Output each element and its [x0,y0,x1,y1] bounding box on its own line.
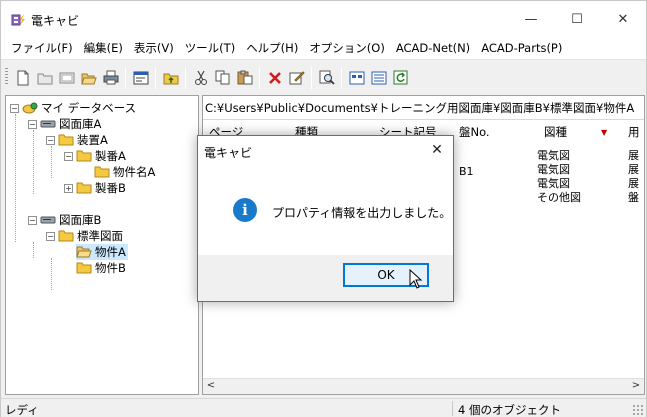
tree-item-my-database[interactable]: − マイ データベース [10,100,136,116]
paste-icon[interactable] [235,68,255,87]
folder-icon [76,262,92,274]
edit-icon[interactable] [287,68,307,87]
menu-edit[interactable]: 編集(E) [80,40,127,56]
open-folder-icon [76,246,92,258]
delete-icon[interactable] [265,68,285,87]
folder-up-icon[interactable] [161,68,181,87]
folder-icon [76,150,92,162]
print-preview-icon[interactable] [57,68,77,87]
toolbar-separator [259,67,260,89]
drive-icon [40,120,56,128]
message-dialog: 電キャビ ✕ i プロパティ情報を出力しました。 OK [197,135,454,302]
collapse-toggle[interactable]: − [28,119,37,129]
scroll-right-button[interactable]: > [628,380,644,394]
tree-item-drawing-store-a[interactable]: − 図面庫A [28,116,101,132]
status-text: レディ [5,403,39,417]
column-header-drawing-type[interactable]: 図種 [544,121,599,143]
info-icon: i [233,198,257,222]
search-icon[interactable] [317,68,337,87]
list-cell-panel-no: B1 [459,165,474,178]
tree-item-property-a[interactable]: 物件A [76,244,128,260]
app-cabinet-icon [11,14,25,26]
horizontal-scrollbar[interactable]: < > [203,378,644,394]
toolbar-separator [311,67,312,89]
copy-icon[interactable] [213,68,233,87]
new-document-icon[interactable] [13,68,33,87]
status-separator [452,401,453,416]
tree-item-serial-a[interactable]: − 製番A [64,148,126,164]
main-window: 電キャビ — ☐ ✕ ファイル(F) 編集(E) 表示(V) ツール(T) ヘル… [0,0,647,417]
open-icon[interactable] [79,68,99,87]
new-folder-icon[interactable] [35,68,55,87]
folder-icon [94,166,110,178]
tree-connector [33,242,34,258]
database-icon [22,102,38,114]
resize-grip[interactable] [632,404,643,415]
object-count: 4 個のオブジェクト [458,403,561,417]
list-cell-drawing-type: その他図 [537,191,581,204]
tree-connector [33,130,34,194]
cut-icon[interactable] [191,68,211,87]
status-bar: レディ 4 個のオブジェクト [1,398,646,417]
menu-acad-parts[interactable]: ACAD-Parts(P) [477,41,566,55]
print-icon[interactable] [101,68,121,87]
collapse-toggle[interactable]: − [46,135,55,145]
large-icons-view-icon[interactable] [347,68,367,87]
collapse-toggle[interactable]: − [64,151,73,161]
mouse-pointer-icon [409,269,423,289]
collapse-toggle[interactable]: − [28,215,37,225]
sort-descending-icon: ▼ [601,128,608,137]
dialog-close-button[interactable]: ✕ [426,140,448,160]
collapse-toggle[interactable]: − [46,231,55,241]
expand-toggle[interactable]: + [64,183,73,193]
list-cell-use: 盤 [628,191,639,204]
folder-icon [58,230,74,242]
tree-connector [51,146,52,178]
menu-help[interactable]: ヘルプ(H) [242,40,302,56]
folder-tree[interactable]: − マイ データベース − 図面庫A − 装置A − 製番A 物件名A + 製番… [5,95,199,395]
folder-icon [58,134,74,146]
toolbar-grip[interactable] [5,68,8,86]
menu-tools[interactable]: ツール(T) [181,40,240,56]
tree-item-device-a[interactable]: − 装置A [46,132,108,148]
title-bar: 電キャビ — ☐ ✕ [1,1,646,37]
menu-options[interactable]: オプション(O) [305,40,389,56]
menu-acad-net[interactable]: ACAD-Net(N) [392,41,474,55]
column-header-panel-no[interactable]: 盤No. [459,121,529,143]
tree-item-serial-b[interactable]: + 製番B [64,180,126,196]
tree-item-property-name-a[interactable]: 物件名A [94,164,155,180]
details-view-icon[interactable] [369,68,389,87]
path-bar: C:¥Users¥Public¥Documents¥トレーニング用図面庫¥図面庫… [203,96,644,120]
toolbar-separator [185,67,186,89]
dialog-title: 電キャビ [204,146,253,160]
toolbar-separator [341,67,342,89]
tree-item-standard-drawings[interactable]: − 標準図面 [46,228,123,244]
minimize-button[interactable]: — [508,1,554,37]
tree-item-property-b[interactable]: 物件B [76,260,126,276]
scroll-left-button[interactable]: < [203,380,219,394]
toolbar-separator [125,67,126,89]
toolbar-separator [155,67,156,89]
close-button[interactable]: ✕ [600,1,646,37]
menu-view[interactable]: 表示(V) [130,40,178,56]
folder-icon [76,182,92,194]
tree-item-drawing-store-b[interactable]: − 図面庫B [28,212,101,228]
tree-connector [51,258,52,290]
collapse-toggle[interactable]: − [10,103,19,113]
window-title: 電キャビ [31,14,80,28]
menu-file[interactable]: ファイル(F) [7,40,77,56]
maximize-button[interactable]: ☐ [554,1,600,37]
dialog-message: プロパティ情報を出力しました。 [272,206,452,220]
column-header-use[interactable]: 用 [628,121,644,143]
drive-icon [40,216,56,224]
properties-icon[interactable] [131,68,151,87]
menu-bar: ファイル(F) 編集(E) 表示(V) ツール(T) ヘルプ(H) オプション(… [1,37,646,59]
refresh-icon[interactable] [391,68,411,87]
tree-connector [15,114,16,242]
toolbar [1,59,646,93]
